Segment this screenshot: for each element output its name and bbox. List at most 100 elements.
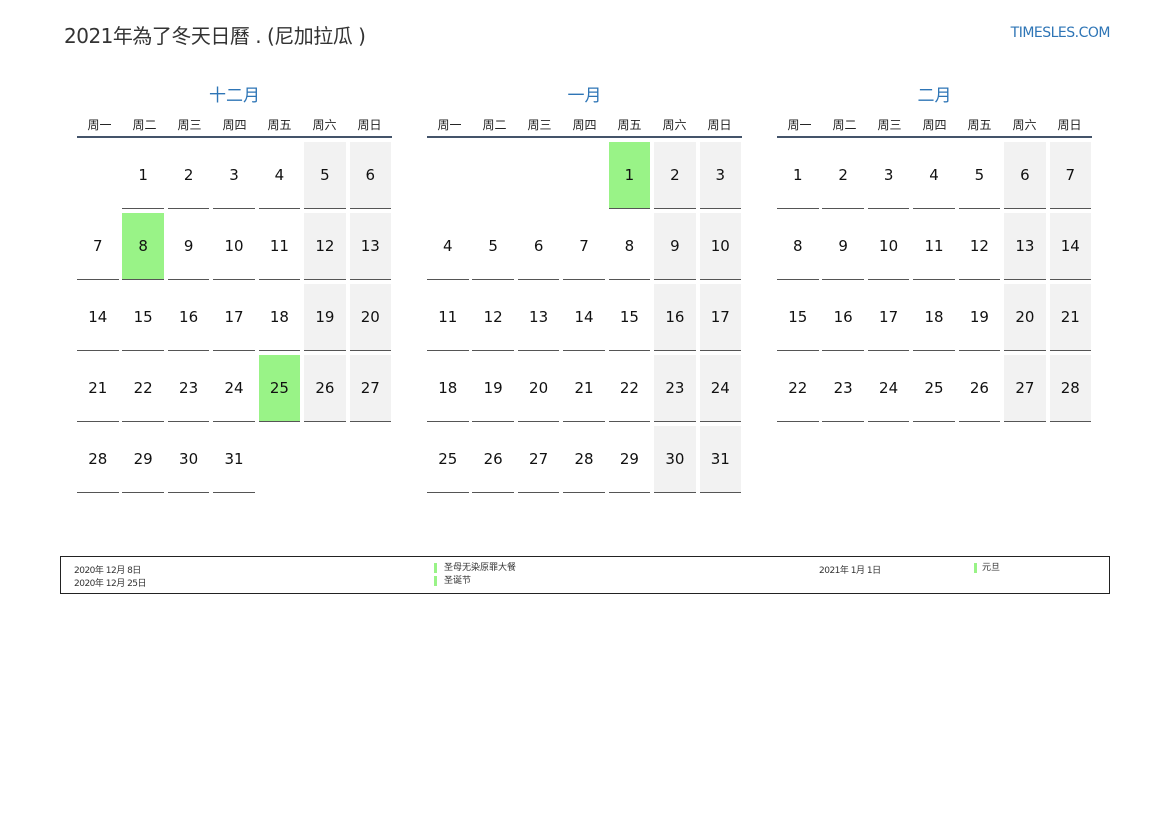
day-cell: 9 (822, 213, 864, 280)
day-cell: 19 (472, 355, 514, 422)
weekday-label: 周五 (617, 118, 642, 132)
day-cell: 20 (517, 355, 560, 422)
day-cell: 11 (913, 213, 955, 280)
day-cell: 9 (654, 213, 696, 280)
day-cell: 8 (608, 213, 651, 280)
day-cell: 1 (122, 142, 164, 209)
day-cell: 19 (304, 284, 346, 351)
weekday-label: 周三 (877, 118, 902, 132)
holiday-name: 圣母无染原罪大餐 (434, 563, 516, 573)
day-cell: 23 (167, 355, 210, 422)
day-cell: 3 (699, 142, 742, 209)
month-december: 十二月 周一 周二 周三 周四 周五 周六 周日 1 2 3 4 5 6 7 8 9 10 11 12 13 14 15… (77, 84, 392, 493)
day-cell: 20 (1004, 284, 1046, 351)
day-cell: 6 (349, 142, 392, 209)
day-cell: 9 (167, 213, 210, 280)
empty-cell (427, 142, 469, 209)
day-cell: 28 (77, 426, 119, 493)
day-cell: 25 (913, 355, 955, 422)
holiday-date: 2021年 1月 1日 (819, 566, 881, 576)
day-cell: 31 (699, 426, 742, 493)
day-cell: 17 (867, 284, 910, 351)
day-cell: 6 (1004, 142, 1046, 209)
day-cell: 22 (122, 355, 164, 422)
holiday-day-cell: 8 (122, 213, 164, 280)
day-cell: 18 (913, 284, 955, 351)
day-cell: 2 (822, 142, 864, 209)
day-cell: 27 (1004, 355, 1046, 422)
weekday-label: 周一 (437, 118, 462, 132)
day-cell: 28 (563, 426, 605, 493)
day-cell: 23 (822, 355, 864, 422)
site-link[interactable]: TIMESLES.COM (1011, 25, 1111, 41)
day-grid: 1 2 3 4 5 6 7 8 9 10 11 12 13 14 15 16 17 18 19 20 21 22 23 24 2… (777, 142, 1092, 422)
weekday-label: 周四 (572, 118, 597, 132)
day-cell: 20 (349, 284, 392, 351)
empty-cell (518, 142, 560, 209)
month-february: 二月 周一 周二 周三 周四 周五 周六 周日 1 2 3 4 5 6 7 8 9 10 11 12 13 14 15 1… (777, 84, 1092, 422)
day-cell: 26 (958, 355, 1001, 422)
day-cell: 13 (517, 284, 560, 351)
holiday-date: 2020年 12月 8日 (74, 566, 141, 576)
day-cell: 17 (699, 284, 742, 351)
day-cell: 2 (654, 142, 696, 209)
holiday-name: 元旦 (974, 563, 1000, 573)
month-name: 十二月 (209, 86, 260, 106)
weekday-label: 周二 (832, 118, 857, 132)
empty-cell (77, 142, 119, 209)
day-cell: 12 (472, 284, 514, 351)
day-cell: 7 (77, 213, 119, 280)
weekday-header: 周一 周二 周三 周四 周五 周六 周日 (427, 116, 742, 138)
day-cell: 26 (304, 355, 346, 422)
weekday-label: 周日 (357, 118, 382, 132)
day-cell: 16 (654, 284, 696, 351)
weekday-label: 周二 (482, 118, 507, 132)
day-grid: 1 2 3 4 5 6 7 8 9 10 11 12 13 14 15 16 17 18 19 20 21 22 23 24 2… (427, 142, 742, 493)
page-title: 2021年為了冬天日曆 . (尼加拉瓜 ) (64, 24, 366, 48)
day-cell: 24 (699, 355, 742, 422)
month-name: 一月 (567, 86, 602, 106)
day-cell: 31 (213, 426, 255, 493)
day-cell: 19 (958, 284, 1001, 351)
day-grid: 1 2 3 4 5 6 7 8 9 10 11 12 13 14 15 16 17 18 19 20 21 22 23 24 2… (77, 142, 392, 493)
day-cell: 18 (427, 355, 469, 422)
weekday-label: 周二 (132, 118, 157, 132)
weekday-label: 周六 (662, 118, 687, 132)
holiday-legend: 2020年 12月 8日 圣母无染原罪大餐 2020年 12月 25日 圣诞节 … (60, 556, 1110, 594)
day-cell: 10 (213, 213, 255, 280)
day-cell: 7 (1049, 142, 1092, 209)
empty-cell (563, 142, 605, 209)
day-cell: 21 (563, 355, 605, 422)
day-cell: 24 (867, 355, 910, 422)
day-cell: 15 (608, 284, 651, 351)
day-cell: 28 (1049, 355, 1092, 422)
day-cell: 5 (304, 142, 346, 209)
empty-cell (304, 426, 346, 493)
weekday-label: 周日 (707, 118, 732, 132)
weekday-header: 周一 周二 周三 周四 周五 周六 周日 (77, 116, 392, 138)
day-cell: 13 (1004, 213, 1046, 280)
holiday-name: 圣诞节 (434, 576, 471, 586)
day-cell: 14 (77, 284, 119, 351)
weekday-label: 周一 (787, 118, 812, 132)
day-cell: 2 (167, 142, 210, 209)
day-cell: 16 (822, 284, 864, 351)
weekday-label: 周五 (267, 118, 292, 132)
day-cell: 14 (1049, 213, 1092, 280)
day-cell: 27 (349, 355, 392, 422)
day-cell: 17 (213, 284, 255, 351)
weekday-label: 周五 (967, 118, 992, 132)
day-cell: 22 (608, 355, 651, 422)
day-cell: 21 (1049, 284, 1092, 351)
weekday-label: 周四 (922, 118, 947, 132)
day-cell: 27 (517, 426, 560, 493)
day-cell: 30 (167, 426, 210, 493)
empty-cell (350, 426, 392, 493)
day-cell: 5 (472, 213, 514, 280)
day-cell: 21 (77, 355, 119, 422)
weekday-label: 周一 (87, 118, 112, 132)
weekday-label: 周六 (1012, 118, 1037, 132)
holiday-day-cell: 1 (608, 142, 651, 209)
month-january: 一月 周一 周二 周三 周四 周五 周六 周日 1 2 3 4 5 6 7 8 9 10 11 12 13 14 15 1… (427, 84, 742, 493)
day-cell: 26 (472, 426, 514, 493)
